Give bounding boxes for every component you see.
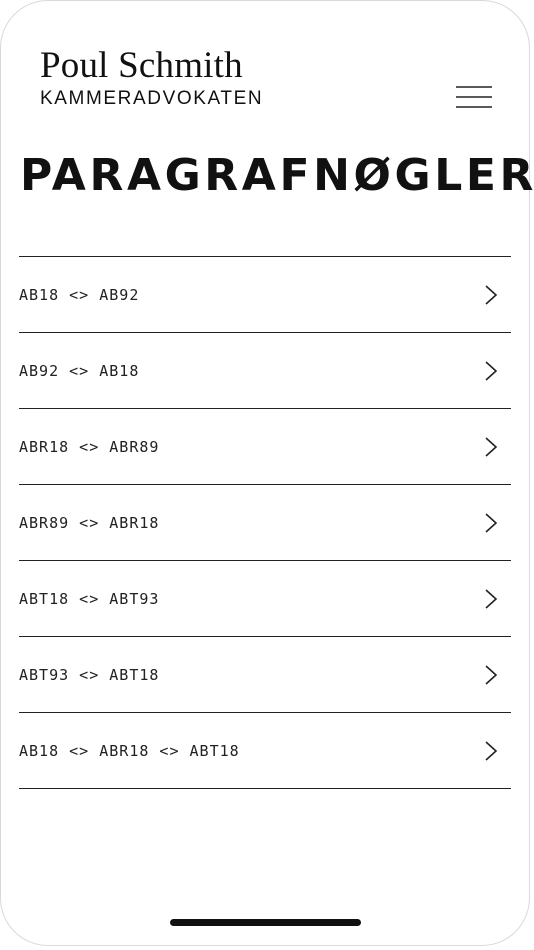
list-item[interactable]: ABT18 <> ABT93 — [19, 561, 511, 637]
home-indicator[interactable] — [170, 919, 361, 926]
brand-logo[interactable]: Poul Schmith KAMMERADVOKATEN — [40, 44, 263, 110]
hamburger-menu-icon[interactable] — [456, 84, 492, 110]
list-item[interactable]: ABT93 <> ABT18 — [19, 637, 511, 713]
chevron-right-icon — [484, 284, 498, 306]
list-item[interactable]: AB18 <> ABR18 <> ABT18 — [19, 713, 511, 789]
chevron-right-icon — [484, 740, 498, 762]
list-item[interactable]: AB18 <> AB92 — [19, 257, 511, 333]
chevron-right-icon — [484, 436, 498, 458]
chevron-right-icon — [484, 360, 498, 382]
list-item-label: ABR18 <> ABR89 — [19, 437, 160, 456]
list-item[interactable]: AB92 <> AB18 — [19, 333, 511, 409]
chevron-right-icon — [484, 512, 498, 534]
list-item-label: ABT18 <> ABT93 — [19, 589, 160, 608]
brand-subtitle: KAMMERADVOKATEN — [40, 88, 264, 109]
list-item[interactable]: ABR89 <> ABR18 — [19, 485, 511, 561]
paragraph-key-list: AB18 <> AB92 AB92 <> AB18 ABR18 <> ABR89… — [19, 256, 511, 789]
page-title: PARAGRAFNØGLER — [20, 150, 534, 201]
list-item-label: AB92 <> AB18 — [19, 361, 140, 380]
chevron-right-icon — [484, 588, 498, 610]
chevron-right-icon — [484, 664, 498, 686]
brand-name: Poul Schmith — [40, 45, 243, 86]
list-item-label: ABR89 <> ABR18 — [19, 513, 160, 532]
list-item-label: AB18 <> ABR18 <> ABT18 — [19, 741, 240, 760]
list-item-label: AB18 <> AB92 — [19, 285, 140, 304]
list-item[interactable]: ABR18 <> ABR89 — [19, 409, 511, 485]
list-item-label: ABT93 <> ABT18 — [19, 665, 160, 684]
